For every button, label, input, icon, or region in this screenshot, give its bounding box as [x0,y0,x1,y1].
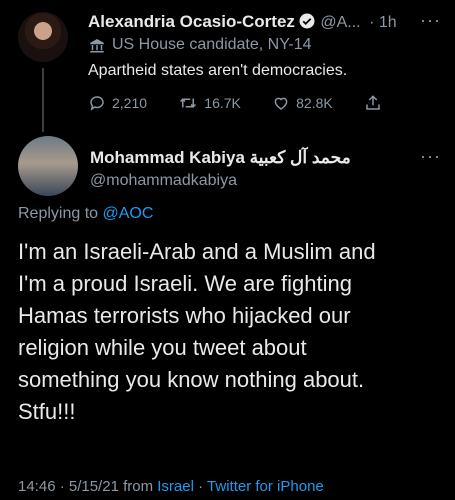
reply-icon [90,96,104,111]
like-button[interactable]: 82.8K [272,94,333,112]
retweet-count: 16.7K [204,95,241,111]
thread-connector-line [42,68,44,132]
parent-action-bar: 2,210 16.7K 82.8K [88,94,388,112]
parent-tweet-header: Alexandria Ocasio-Cortez @A... · 1h [88,12,418,32]
reply-source-link[interactable]: Twitter for iPhone [207,478,324,495]
verified-badge-icon [299,13,315,29]
share-icon [366,95,380,110]
parent-author-name[interactable]: Alexandria Ocasio-Cortez [88,12,295,31]
share-button[interactable] [364,94,388,112]
replying-to-row: Replying to @AOC [18,205,153,223]
like-count: 82.8K [296,95,333,111]
parent-more-options-icon[interactable]: ··· [420,10,441,31]
reply-text-line: Stfu!!! [18,399,76,424]
heart-icon [274,97,288,110]
government-building-icon [90,39,104,53]
parent-label-row: US House candidate, NY-14 [88,36,312,54]
reply-location-link[interactable]: Israel [157,478,194,495]
reply-tweet-text: I'm an Israeli-Arab and a Muslim and I'm… [18,236,448,428]
reply-timestamp[interactable]: 14:46 · 5/15/21 from [18,478,153,495]
reply-text-line: I'm a proud Israeli. We are fighting [18,271,352,296]
parent-candidate-label: US House candidate, NY-14 [112,36,312,53]
reply-text-line: religion while you tweet about [18,335,307,360]
reply-author-handle[interactable]: @mohammadkabiya [90,172,237,190]
aoc-avatar[interactable] [18,12,68,62]
retweet-icon [180,98,197,108]
reply-text-line: I'm an Israeli-Arab and a Muslim and [18,239,376,264]
parent-time[interactable]: · 1h [369,14,397,31]
reply-author-name-text: Mohammad Kabiya محمد آل كعبية [90,148,351,167]
parent-tweet-text: Apartheid states aren't democracies. [88,62,348,79]
reply-button[interactable]: 2,210 [88,94,147,112]
meta-separator: · [198,478,204,495]
reply-meta-row: 14:46 · 5/15/21 from Israel · Twitter fo… [18,478,324,495]
reply-more-options-icon[interactable]: ··· [420,146,441,167]
replying-to-prefix: Replying to [18,205,99,222]
reply-text-line: something you know nothing about. [18,367,365,392]
reply-author-name[interactable]: Mohammad Kabiya محمد آل كعبية [90,148,351,168]
kabiya-avatar[interactable] [18,136,78,196]
retweet-button[interactable]: 16.7K [178,94,241,112]
reply-count: 2,210 [112,95,148,111]
replying-to-link[interactable]: @AOC [103,205,154,222]
parent-author-handle[interactable]: @A... [320,14,360,31]
reply-text-line: Hamas terrorists who hijacked our [18,303,351,328]
